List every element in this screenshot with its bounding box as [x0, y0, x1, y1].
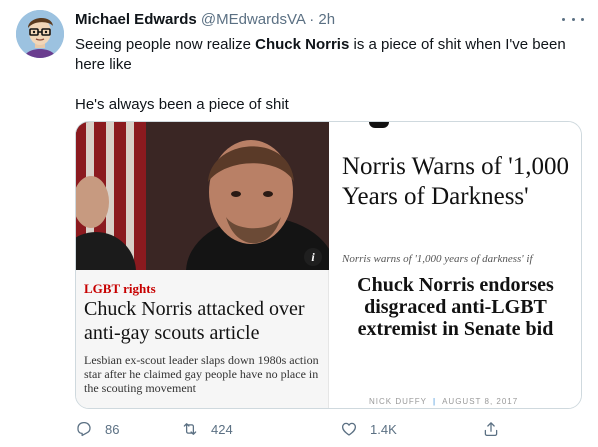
reply-count: 86	[105, 421, 120, 437]
tweet-text-part: Seeing people now realize	[75, 36, 256, 53]
news-photo	[76, 122, 329, 270]
article-headline: Chuck Norris attacked over anti-gay scou…	[84, 298, 305, 344]
cartoon-avatar-icon	[16, 10, 64, 58]
article-standfirst: Lesbian ex-scout leader slaps down 1980s…	[84, 353, 319, 395]
timestamp[interactable]: 2h	[318, 11, 335, 28]
tweet-actions: 86 424 1.4K	[75, 418, 498, 440]
reply-button[interactable]: 86	[75, 420, 119, 438]
article-headline-2: Norris Warns of '1,000 Years of Darkness…	[342, 153, 570, 210]
tweet-text-bold: Chuck Norris	[255, 36, 350, 53]
retweet-button[interactable]: 424	[181, 420, 233, 438]
more-dots-icon[interactable]	[562, 12, 584, 26]
media-right-panel[interactable]: Norris Warns of '1,000 Years of Darkness…	[329, 122, 581, 408]
display-name[interactable]: Michael Edwards	[75, 11, 197, 28]
tweet: Michael Edwards @MEdwardsVA · 2h Seeing …	[0, 0, 598, 447]
byline-author: NICK DUFFY	[369, 397, 427, 406]
tweet-header: Michael Edwards @MEdwardsVA · 2h	[75, 11, 335, 28]
media-left-panel[interactable]: i LGBT rights Chuck Norris attacked over…	[76, 122, 329, 408]
byline-separator: |	[433, 397, 437, 406]
share-button[interactable]	[482, 420, 500, 438]
news-photo-image	[76, 122, 329, 270]
top-mark	[369, 122, 389, 128]
byline-date: AUGUST 8, 2017	[442, 397, 519, 406]
retweet-count: 424	[211, 421, 233, 437]
share-icon	[484, 422, 498, 437]
article-dek: Norris warns of '1,000 years of darkness…	[342, 253, 533, 265]
tweet-text-line-1: Seeing people now realize Chuck Norris i…	[75, 35, 575, 75]
article-kicker: LGBT rights	[84, 281, 156, 296]
info-icon[interactable]: i	[304, 248, 322, 266]
heart-icon	[341, 422, 357, 436]
retweet-icon	[183, 423, 197, 435]
reply-icon	[77, 421, 91, 437]
user-handle[interactable]: @MEdwardsVA	[201, 11, 305, 28]
overlay-caption: Chuck Norris endorses disgraced anti-LGB…	[333, 272, 578, 342]
avatar[interactable]	[16, 10, 64, 58]
tweet-media[interactable]: i LGBT rights Chuck Norris attacked over…	[75, 121, 582, 409]
like-count: 1.4K	[370, 421, 397, 437]
tweet-text: Seeing people now realize Chuck Norris i…	[75, 35, 575, 115]
article-byline: NICK DUFFY | AUGUST 8, 2017	[369, 397, 518, 406]
separator-dot: ·	[309, 11, 315, 28]
tweet-text-line-2: He's always been a piece of shit	[75, 96, 289, 113]
like-button[interactable]: 1.4K	[340, 420, 397, 438]
